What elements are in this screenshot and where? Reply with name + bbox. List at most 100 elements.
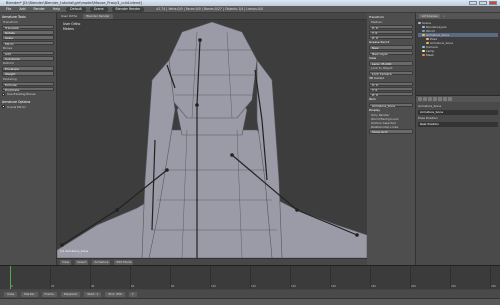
scene-stats: v2.74 | Verts:0/0 | Faces:0/0 | Bones:0/… [156,7,264,11]
head-mesh [168,21,258,119]
timeline-tick-label: 60 [131,285,135,288]
cursor-y-field[interactable]: Y: 0 [369,86,413,92]
timeline-frame-menu[interactable]: Frame [41,291,57,297]
extrude-button[interactable]: Extrude [2,81,54,86]
tool-shelf: Armature Tools Transform Translate Rotat… [0,13,57,265]
outliner-view-select[interactable]: All Scenes [419,13,441,19]
armature-menu[interactable]: Armature [92,259,111,265]
x-mirror-toggle[interactable]: X-Axis Mirror [2,105,54,110]
relationship-toggle[interactable]: Relationship Lines [369,125,413,129]
3d-viewport[interactable]: User Ortho Blender Render User Ortho Met… [57,13,367,265]
subdivide-button[interactable]: Subdivide [2,56,54,61]
mode-select[interactable]: Edit Mode [114,259,134,265]
lamp-icon [422,49,425,53]
timeline-tick-label: 140 [291,285,296,288]
weight-button[interactable]: Weight [2,71,54,76]
object-name-field[interactable]: Armature_bone [418,110,498,115]
checkbox-icon [2,92,5,96]
duplicate-button[interactable]: Duplicate [2,86,54,92]
close-button[interactable] [489,1,497,5]
current-frame-field[interactable]: 1 [128,291,137,297]
timeline-tick-label: 240 [491,285,496,288]
show-grid-button[interactable]: Show Grid [369,129,413,134]
timeline-tick-label: 100 [211,285,216,288]
timeline-tick-label: 120 [251,285,256,288]
search-icon[interactable]: ⌕ [443,14,445,18]
camera-icon [422,45,425,49]
rotate-button[interactable]: Rotate [2,30,54,35]
viewport-footer: View Select Armature Edit Mode [57,258,367,265]
scene-tab-icon[interactable] [423,97,427,101]
scene-icon [418,21,421,25]
render-engine-dropdown[interactable]: Blender Render [83,13,113,19]
y-field[interactable]: Y: 0 [369,29,413,34]
frame-cursor[interactable] [10,266,11,289]
outliner-item-mesh[interactable]: Mesh [418,53,498,57]
z-field[interactable]: Z: 0 [369,34,413,40]
properties-tabs [416,96,500,102]
scale-button[interactable]: Scale [2,35,54,40]
armature-icon [422,33,425,37]
properties-editor: Armature_bone Armature_bone Pose Positio… [416,96,500,265]
viewport-header: User Ortho Blender Render [57,13,367,20]
new-button[interactable]: New [369,45,413,50]
lock-camera-button[interactable]: Lock Camera [369,70,413,76]
menu-render[interactable]: Render [32,7,47,11]
timeline-footer: View Marker Frame Playback Start: 1 End:… [0,290,500,298]
cursor-z-field[interactable]: Z: 0 [369,91,413,97]
median-label: Median: [371,20,383,24]
add-bone-button[interactable]: Add [2,50,54,56]
view-menu[interactable]: View [60,259,72,265]
section-deform: Deform [3,61,15,66]
timeline-playback-menu[interactable]: Playback [60,291,81,297]
status-bar [0,298,500,305]
timeline-tick-label: 160 [331,285,336,288]
view-header: View [369,55,377,60]
use-existing-toggle[interactable]: Use Existing Bones [2,92,54,97]
grease-pencil-header: Grease Pencil [369,39,390,44]
constraints-tab-icon[interactable] [438,97,442,101]
x-field[interactable]: X: 0 [369,24,413,29]
data-tab-icon[interactable] [443,97,447,101]
timeline-marker-menu[interactable]: Marker [21,291,38,297]
character-mesh[interactable]: (1) Armature_bone [57,20,367,258]
cursor-x-field[interactable]: X: 0 [369,81,413,86]
world-icon [422,29,425,33]
world-tab-icon[interactable] [428,97,432,101]
timeline-tick-label: 220 [451,285,456,288]
mesh-icon [422,53,425,57]
start-frame-field[interactable]: Start: 1 [84,291,102,297]
layout-select[interactable]: Default [66,6,86,12]
pose-label: Pose Position [418,116,438,120]
object-name-label: Armature_bone [418,104,442,108]
window-controls [469,1,497,5]
bone-tab-icon[interactable] [448,97,452,101]
properties-sidebar: Transform Median: X: 0 Y: 0 Z: 0 Grease … [367,13,416,265]
outliner: All Scenes ⌕ Scene RenderLayers World Ar… [416,13,500,96]
item-name-field[interactable]: Armature_bone [369,102,413,107]
timeline-tick-label: 0 [11,285,13,288]
menu-help[interactable]: Help [51,7,62,11]
timeline-view-menu[interactable]: View [4,291,18,297]
maximize-button[interactable] [479,1,487,5]
armature-data-icon [426,41,429,45]
envelope-button[interactable]: Envelope [2,66,54,71]
timeline-tick-label: 180 [371,285,376,288]
menu-add[interactable]: Add [17,7,27,11]
translate-button[interactable]: Translate [2,24,54,30]
timeline[interactable]: 0 20 40 60 80 100 120 140 160 180 200 220 240 View M… [0,265,500,298]
minimize-button[interactable] [469,1,477,5]
new-layer-button[interactable]: New Layer [369,50,413,55]
lens-field[interactable]: Lens: 35.000 [369,61,413,66]
select-menu[interactable]: Select [75,259,89,265]
rest-position-button[interactable]: Rest Position [418,122,498,127]
menu-file[interactable]: File [4,7,13,11]
render-tab-icon[interactable] [418,97,422,101]
object-tab-icon[interactable] [433,97,437,101]
mirror-button[interactable]: Mirror [2,40,54,45]
lock-object-label: Lock to Object [371,66,393,71]
end-frame-field[interactable]: End: 250 [105,291,125,297]
timeline-ruler[interactable]: 0 20 40 60 80 100 120 140 160 180 200 220 240 [0,266,500,289]
scene-select[interactable]: Scene [89,6,108,12]
render-engine-select[interactable]: Blender Render [111,6,145,12]
